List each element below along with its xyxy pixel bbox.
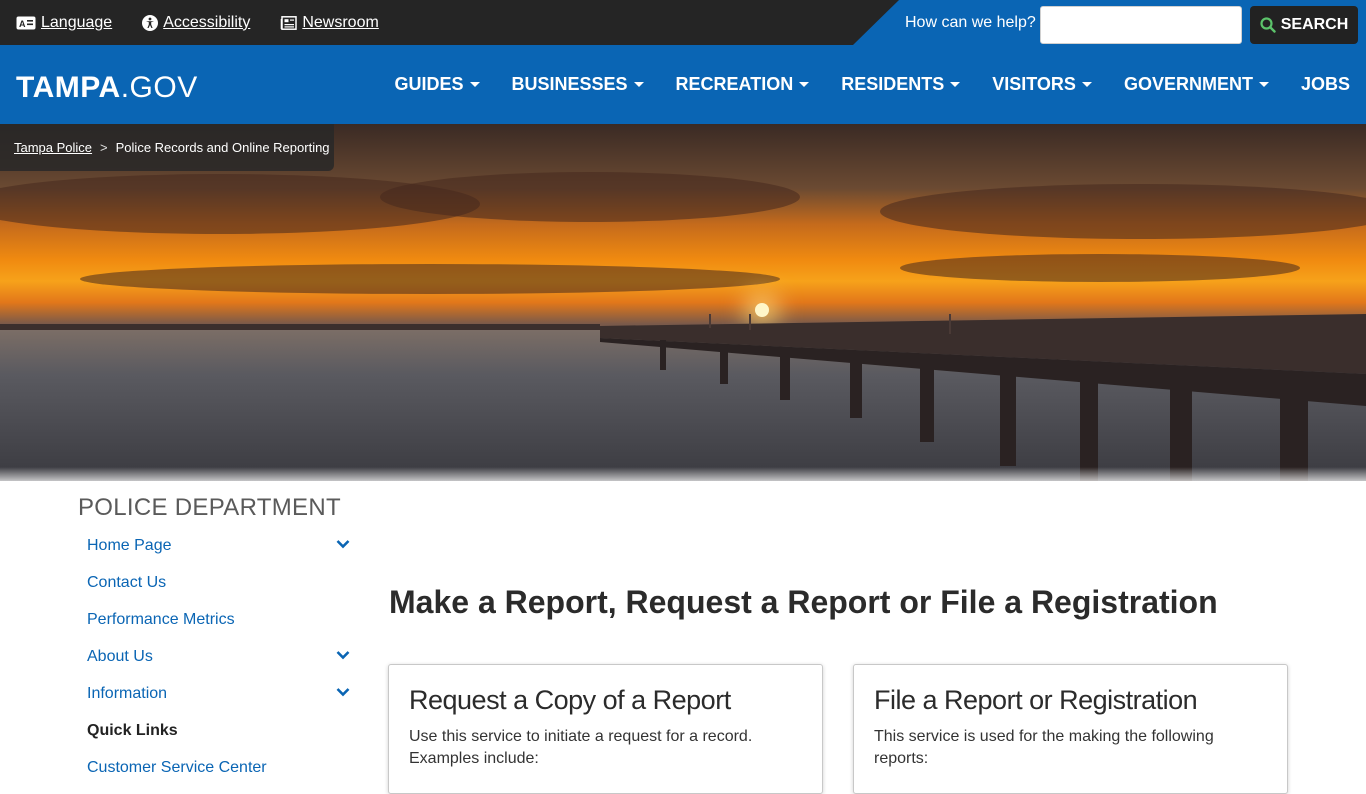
nav-item-label: RESIDENTS [841,74,945,94]
caret-down-icon [950,82,961,87]
newsroom-link[interactable]: Newsroom [280,13,379,32]
svg-text:A: A [19,19,26,29]
sidebar-nav: Home Page Contact Us Performance Metrics… [78,527,358,786]
newspaper-icon [281,15,298,30]
sidebar-item-information[interactable]: Information [78,675,358,712]
language-icon: A [16,16,36,29]
nav-menu: GUIDES BUSINESSES RECREATION RESIDENTS V… [378,45,1366,124]
nav-item-visitors[interactable]: VISITORS [976,74,1108,95]
chevron-down-icon[interactable] [336,687,350,697]
page-title: Make a Report, Request a Report or File … [389,584,1218,620]
sidebar-item-home-page[interactable]: Home Page [78,527,358,564]
nav-item-label: VISITORS [992,74,1076,94]
file-report-card[interactable]: File a Report or Registration This servi… [853,664,1288,794]
caret-down-icon [1081,82,1092,87]
caret-down-icon [633,82,644,87]
chevron-down-icon[interactable] [336,539,350,549]
accessibility-icon [142,14,159,31]
nav-item-guides[interactable]: GUIDES [378,74,495,95]
accessibility-label: Accessibility [163,13,251,31]
logo-bold: TAMPA [16,71,121,104]
request-report-card[interactable]: Request a Copy of a Report Use this serv… [388,664,823,794]
breadcrumb-separator: > [100,140,108,155]
utility-links: A Language Accessibility Newsroom [16,0,379,45]
hero-image [0,124,1366,481]
sidebar-title: POLICE DEPARTMENT [78,494,341,521]
card-text: This service is used for the making the … [874,728,1214,767]
hero-cloud [900,254,1300,282]
search-icon [1260,17,1276,33]
search-input[interactable] [1040,6,1242,44]
sidebar-item-contact-us[interactable]: Contact Us [78,564,358,601]
caret-down-icon [799,82,810,87]
hero-horizon [0,324,600,330]
nav-item-label: GOVERNMENT [1123,74,1253,94]
nav-item-recreation[interactable]: RECREATION [660,74,826,95]
nav-item-businesses[interactable]: BUSINESSES [496,74,660,95]
search-button-label: SEARCH [1280,16,1349,33]
card-title: Request a Copy of a Report [409,685,731,715]
logo-thin: .GOV [120,71,198,104]
breadcrumb-current: Police Records and Online Reporting [115,140,330,155]
pier-illustration [600,314,1366,481]
nav-item-label: RECREATION [675,74,794,94]
chevron-down-icon[interactable] [336,650,350,660]
caret-down-icon [1258,82,1269,87]
sidebar-item-performance-metrics[interactable]: Performance Metrics [78,601,358,638]
nav-item-jobs[interactable]: JOBS [1285,74,1366,95]
sidebar-item-quick-links[interactable]: Quick Links [78,712,358,749]
breadcrumb: Tampa Police > Police Records and Online… [0,124,334,171]
nav-item-label: BUSINESSES [511,74,628,94]
sidebar-item-label: Performance Metrics [87,610,235,628]
nav-item-government[interactable]: GOVERNMENT [1108,74,1285,95]
hero-cloud [80,264,780,294]
sidebar-item-label: Home Page [87,536,172,554]
sidebar-item-label: Quick Links [87,721,178,739]
search-button[interactable]: SEARCH [1250,6,1358,44]
hero-cloud [380,172,800,222]
utility-bar: A Language Accessibility Newsroom How ca… [0,0,1366,45]
nav-item-label: GUIDES [394,74,464,94]
hero-cloud [880,184,1366,239]
sidebar-item-label: Information [87,684,168,702]
main-navigation: TAMPA.GOV GUIDES BUSINESSES RECREATION R… [0,45,1366,124]
newsroom-label: Newsroom [302,13,379,31]
hero-fade [0,467,1366,481]
site-logo[interactable]: TAMPA.GOV [16,71,198,105]
breadcrumb-parent-link[interactable]: Tampa Police [14,140,92,155]
language-label: Language [41,13,113,31]
sidebar-item-label: About Us [87,647,153,665]
language-link[interactable]: A Language [16,14,112,32]
sidebar-item-label: Contact Us [87,573,167,591]
accessibility-link[interactable]: Accessibility [142,14,250,32]
sidebar-item-about-us[interactable]: About Us [78,638,358,675]
nav-item-residents[interactable]: RESIDENTS [825,74,976,95]
card-title: File a Report or Registration [874,685,1198,715]
nav-item-label: JOBS [1300,74,1350,94]
card-text: Use this service to initiate a request f… [409,728,753,767]
search-prompt: How can we help? [905,14,1036,31]
caret-down-icon [469,82,480,87]
